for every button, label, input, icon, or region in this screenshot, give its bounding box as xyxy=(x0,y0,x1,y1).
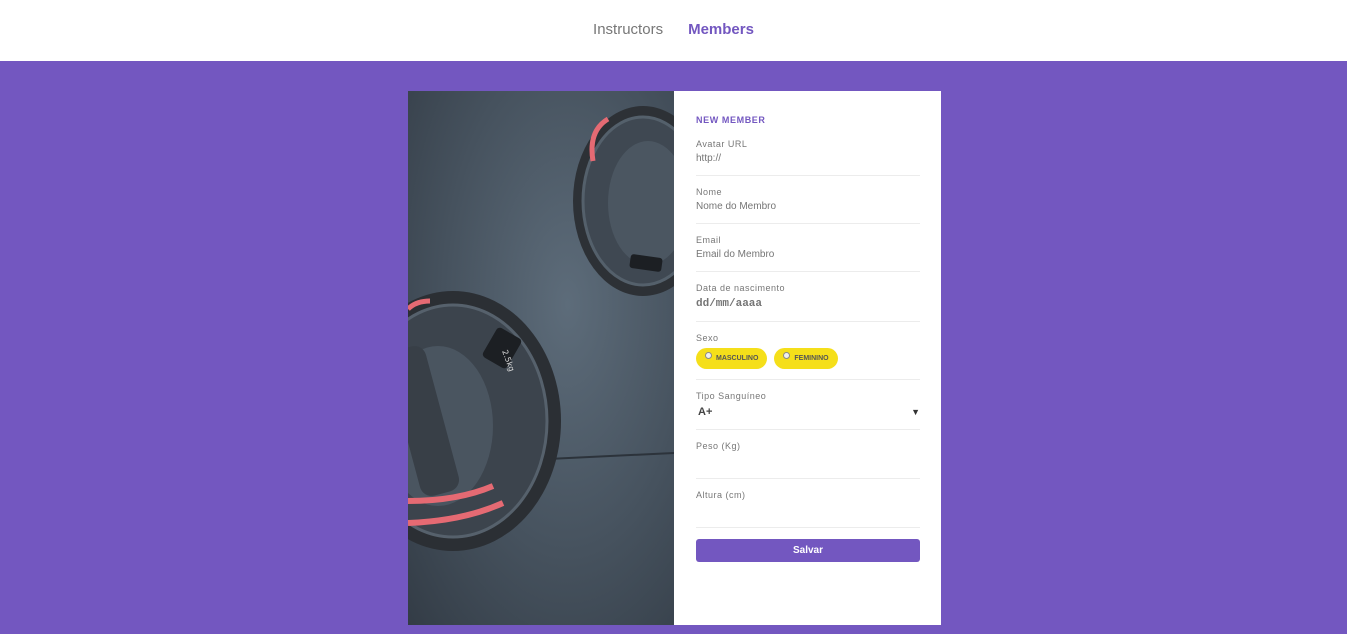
height-label: Altura (cm) xyxy=(696,490,746,500)
gender-option-male[interactable]: MASCULINO xyxy=(696,348,768,369)
name-input[interactable] xyxy=(696,201,920,213)
dumbbell-weight-plates-image: 2.5kg xyxy=(408,91,674,625)
name-field: Nome xyxy=(696,187,920,224)
weight-input[interactable] xyxy=(696,455,920,468)
radio-male[interactable] xyxy=(705,352,712,359)
gender-field: Sexo MASCULINO FEMININO xyxy=(696,333,920,380)
floor-seam xyxy=(547,452,674,460)
birth-date-field: Data de nascimento xyxy=(696,283,920,322)
height-input[interactable] xyxy=(696,504,920,517)
nav-members-link[interactable]: Members xyxy=(688,21,754,40)
radio-female[interactable] xyxy=(783,352,791,359)
gender-option-female-label: FEMININO xyxy=(794,355,829,362)
email-label: Email xyxy=(696,235,722,245)
weight-field: Peso (Kg) xyxy=(696,441,920,479)
email-field: Email xyxy=(696,235,920,272)
birth-date-input[interactable] xyxy=(696,297,920,311)
gender-option-female[interactable]: FEMININO xyxy=(774,348,838,369)
gender-radio-group: MASCULINO FEMININO xyxy=(696,348,920,369)
avatar-url-label: Avatar URL xyxy=(696,139,748,149)
nav-instructors-link[interactable]: Instructors xyxy=(593,21,663,40)
gender-option-male-label: MASCULINO xyxy=(716,355,759,362)
blood-type-selected-value: A+ xyxy=(698,406,713,418)
dropdown-arrow-icon: ▼ xyxy=(911,407,920,417)
birth-date-label: Data de nascimento xyxy=(696,283,786,293)
blood-type-label: Tipo Sanguíneo xyxy=(696,391,767,401)
save-button[interactable]: Salvar xyxy=(696,539,920,562)
gender-label: Sexo xyxy=(696,333,719,343)
form-title: NEW MEMBER xyxy=(696,115,766,125)
new-member-card: 2.5kg NEW MEMBER Avatar URL Nome Email D… xyxy=(408,91,941,625)
blood-type-select[interactable]: A+ ▼ xyxy=(696,405,920,419)
lower-plate xyxy=(408,291,561,551)
top-nav: Instructors Members xyxy=(0,0,1347,61)
name-label: Nome xyxy=(696,187,723,197)
weight-label: Peso (Kg) xyxy=(696,441,741,451)
avatar-url-input[interactable] xyxy=(696,153,920,165)
weight-plates-illustration: 2.5kg xyxy=(408,106,674,551)
new-member-form: NEW MEMBER Avatar URL Nome Email Data de… xyxy=(674,91,941,625)
blood-type-field: Tipo Sanguíneo A+ ▼ xyxy=(696,391,920,430)
email-input[interactable] xyxy=(696,249,920,261)
avatar-url-field: Avatar URL xyxy=(696,139,920,176)
height-field: Altura (cm) xyxy=(696,490,920,528)
upper-plate xyxy=(573,106,674,296)
